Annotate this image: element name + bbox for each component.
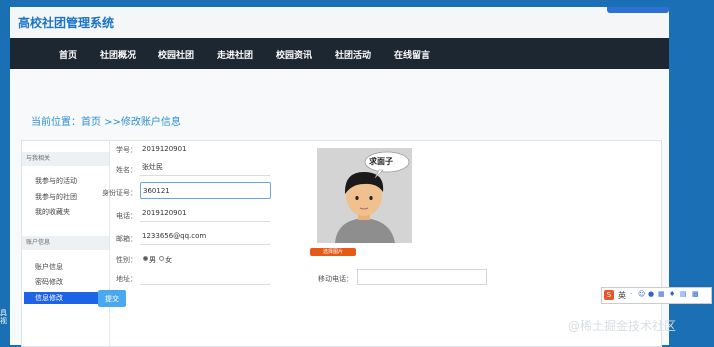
breadcrumb-prefix: 当前位置： — [31, 117, 81, 128]
ime-language-label[interactable]: 英 — [618, 290, 626, 301]
ime-punctuation-icon[interactable]: · — [630, 290, 632, 298]
name-field[interactable] — [140, 159, 270, 176]
site-title[interactable]: 高校社团管理系统 — [18, 14, 114, 31]
avatar-speech: 求面子 — [369, 157, 393, 166]
id-card-field[interactable] — [140, 182, 271, 199]
breadcrumb: 当前位置：首页 >>修改账户信息 — [31, 113, 181, 128]
breadcrumb-separator: >> — [101, 117, 121, 128]
nav-club-activities[interactable]: 社团活动 — [335, 48, 371, 61]
address-label: 地址： — [116, 275, 137, 283]
mobile-phone-field[interactable] — [357, 269, 487, 285]
sidebar-item-password[interactable]: 密码修改 — [35, 277, 63, 287]
ime-toolbar[interactable]: S 英 · ☺ ● ▦ ♦ ▤ ▩ — [601, 287, 712, 304]
email-label: 邮箱： — [116, 235, 137, 243]
nav-online-message[interactable]: 在线留言 — [394, 48, 430, 61]
choose-image-button[interactable]: 选择图片 — [310, 248, 356, 256]
ime-settings-icon[interactable]: ▩ — [692, 290, 699, 298]
student-id-label: 学号： — [116, 146, 137, 154]
left-strip-text: 具 视 — [0, 309, 7, 325]
phone-field[interactable] — [140, 205, 270, 222]
main-nav: 首页 社团概况 校园社团 走进社团 校园资讯 社团活动 在线留言 — [10, 38, 669, 69]
sidebar-item-my-clubs[interactable]: 我参与的社团 — [35, 192, 77, 202]
content-card: 与我相关 我参与的活动 我参与的社团 我的收藏夹 账户信息 账户信息 密码修改 … — [21, 140, 662, 347]
nav-club-overview[interactable]: 社团概况 — [100, 48, 136, 61]
address-field[interactable] — [140, 268, 270, 285]
id-card-label: 身份证号： — [102, 189, 137, 197]
top-right-button[interactable] — [607, 7, 669, 13]
avatar-illustration — [317, 148, 412, 243]
gender-female-label: 女 — [165, 256, 172, 264]
sidebar-item-account-info[interactable]: 账户信息 — [35, 262, 63, 272]
gender-female-radio[interactable] — [159, 256, 164, 261]
mobile-phone-label: 移动电话： — [318, 275, 353, 283]
ime-keyboard-icon[interactable]: ▦ — [658, 290, 665, 298]
name-label: 姓名： — [116, 166, 137, 174]
nav-home[interactable]: 首页 — [59, 48, 77, 61]
student-id-value: 2019120901 — [142, 145, 187, 153]
breadcrumb-current: 修改账户信息 — [120, 117, 181, 128]
sidebar-item-edit-info[interactable]: 信息修改 — [24, 292, 104, 304]
breadcrumb-home-link[interactable]: 首页 — [81, 117, 101, 128]
watermark: @稀土掘金技术社区 — [568, 319, 677, 333]
gender-label: 性别： — [116, 256, 137, 264]
gender-male-radio[interactable] — [143, 256, 148, 261]
ime-toolbox-icon[interactable]: ▤ — [680, 290, 687, 298]
sidebar-item-favorites[interactable]: 我的收藏夹 — [35, 207, 70, 217]
main-content: 当前位置：首页 >>修改账户信息 与我相关 我参与的活动 我参与的社团 我的收藏… — [10, 69, 669, 347]
avatar-image: 求面子 — [317, 148, 412, 243]
email-field[interactable] — [140, 228, 270, 245]
gender-male-label: 男 — [149, 256, 156, 264]
ime-emoji-icon[interactable]: ☺ — [638, 290, 645, 298]
header-bar: 高校社团管理系统 — [10, 7, 669, 38]
sidebar-item-my-activities[interactable]: 我参与的活动 — [35, 176, 77, 186]
ime-mic-icon[interactable]: ● — [648, 290, 654, 298]
submit-button[interactable]: 提交 — [98, 290, 126, 307]
sogou-logo-icon: S — [604, 290, 614, 300]
nav-campus-clubs[interactable]: 校园社团 — [158, 48, 194, 61]
gender-radio-group: 男 女 — [143, 255, 183, 264]
nav-campus-news[interactable]: 校园资讯 — [276, 48, 312, 61]
ime-skin-icon[interactable]: ♦ — [669, 290, 675, 298]
nav-enter-club[interactable]: 走进社团 — [217, 48, 253, 61]
phone-label: 电话： — [116, 212, 137, 220]
